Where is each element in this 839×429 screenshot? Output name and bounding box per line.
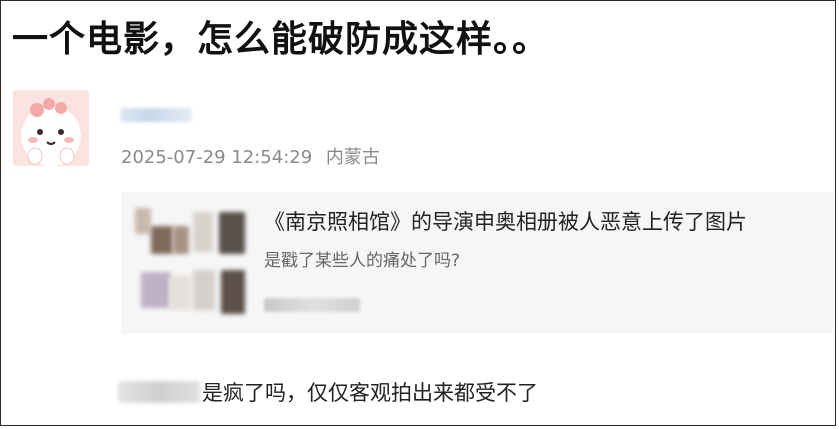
card-author-redacted (264, 298, 360, 312)
thumbnail-blur (219, 212, 245, 254)
thumbnail-blur (193, 270, 215, 310)
card-thumbnail-grid (135, 206, 249, 320)
thumbnail-blur (169, 276, 191, 310)
reply-username-redacted[interactable] (118, 381, 200, 403)
thumbnail-blur (221, 270, 245, 314)
post-location: 内蒙古 (325, 147, 380, 168)
thumbnail-blur (141, 272, 171, 308)
reply-text: 是疯了吗，仅仅客观拍出来都受不了 (202, 381, 538, 405)
avatar-illustration (13, 90, 89, 166)
username-redacted[interactable] (120, 108, 192, 122)
post-title: 一个电影，怎么能破防成这样。。 (12, 19, 550, 60)
reply-comment: 是疯了吗，仅仅客观拍出来都受不了 (118, 377, 538, 407)
card-title[interactable]: 《南京照相馆》的导演申奥相册被人恶意上传了图片 (264, 206, 747, 236)
post-timestamp: 2025-07-29 12:54:29 (121, 147, 313, 168)
thumbnail-blur (135, 208, 151, 234)
thumbnail-blur (151, 226, 173, 254)
thumbnail-blur (193, 212, 213, 252)
thumbnail-blur (173, 226, 189, 254)
avatar[interactable] (13, 90, 89, 166)
shared-post-card[interactable]: 《南京照相馆》的导演申奥相册被人恶意上传了图片 是戳了某些人的痛处了吗? (121, 192, 834, 334)
card-subtitle: 是戳了某些人的痛处了吗? (264, 251, 461, 271)
post-meta: 2025-07-29 12:54:29 内蒙古 (121, 143, 380, 169)
